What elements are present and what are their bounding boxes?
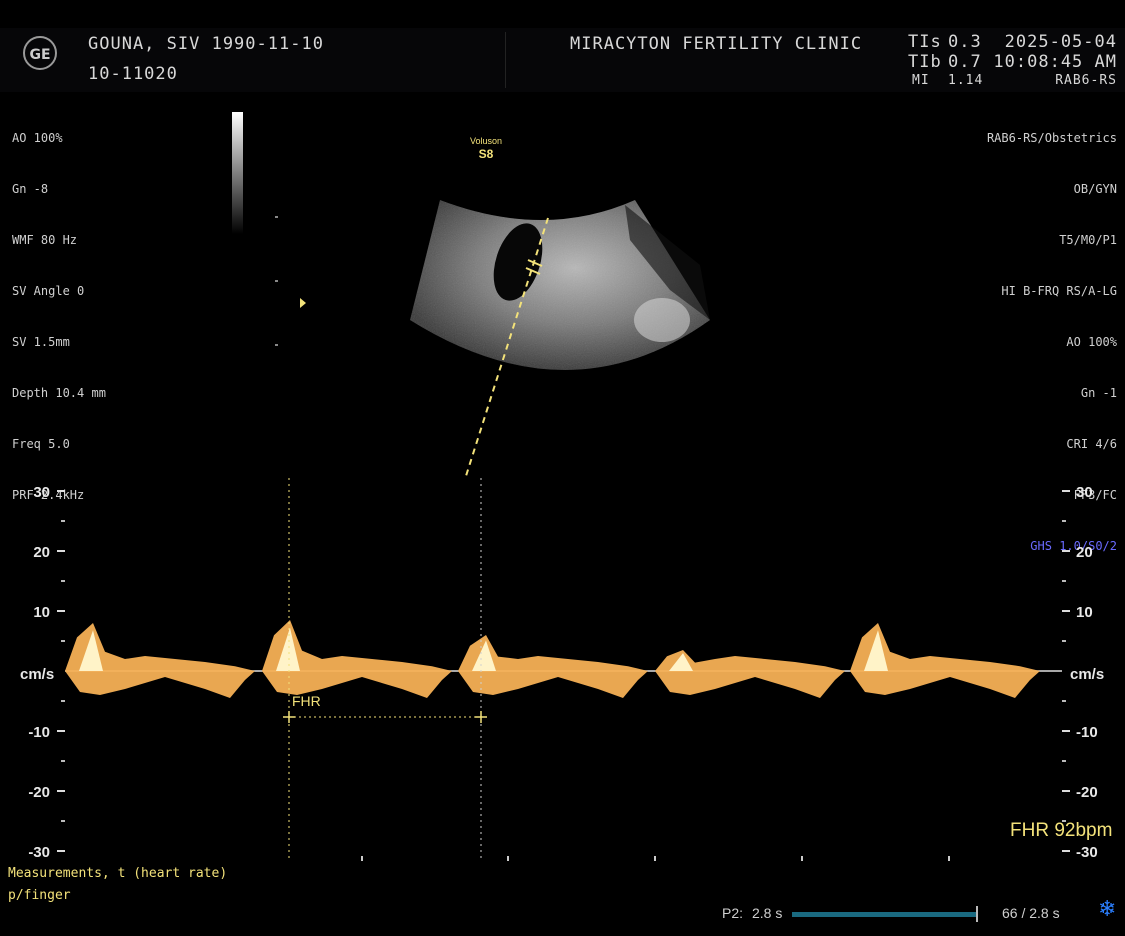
tick-label: 20 — [1076, 544, 1093, 561]
spectrum-envelope — [65, 620, 1040, 698]
tick-label: -10 — [28, 724, 50, 741]
param-line: RAB6-RS/Obstetrics — [986, 131, 1117, 145]
tick-label: -20 — [28, 784, 50, 801]
sector-grain — [410, 200, 710, 370]
param-line: SV Angle 0 — [12, 284, 85, 298]
depth-marker — [275, 216, 278, 218]
uterine-wall — [634, 298, 690, 342]
frame-counter: 66 / 2.8 s — [1002, 905, 1060, 921]
ti1-value: 0.3 — [948, 32, 982, 52]
param-line: HI B-FRQ RS/A-LG — [1001, 284, 1117, 298]
tick-label: 10 — [1076, 604, 1093, 621]
ti2-value: 0.7 — [948, 52, 982, 72]
tick-label: 10 — [33, 604, 50, 621]
param-line: AO 100% — [1066, 335, 1117, 349]
ti1-label: TIs — [908, 32, 942, 52]
svg-text:GE: GE — [29, 47, 50, 63]
mi-label: MI — [912, 73, 930, 88]
mi-value: 1.14 — [948, 73, 984, 88]
tick-label: -30 — [1076, 844, 1098, 861]
tick-label: -20 — [1076, 784, 1098, 801]
brand-line2: S8 — [478, 147, 494, 161]
fhr-readout: FHR 92bpm — [1010, 820, 1113, 841]
probe-name: RAB6-RS — [1055, 73, 1117, 88]
focus-marker-icon[interactable] — [300, 298, 306, 308]
param-line: Depth 10.4 mm — [12, 386, 106, 400]
clinic-name: MIRACYTON FERTILITY CLINIC — [570, 34, 863, 54]
param-line: T5/M0/P1 — [1059, 233, 1117, 247]
grayscale-bar — [232, 112, 243, 234]
brand-line1: Voluson — [469, 136, 503, 146]
footer-note-2: p/finger — [8, 888, 71, 903]
footer-note-1: Measurements, t (heart rate) — [8, 866, 228, 881]
fhr-caliper-label: FHR — [292, 693, 321, 709]
exam-time: 10:08:45 AM — [993, 52, 1117, 72]
param-line: WMF 80 Hz — [12, 233, 78, 247]
p2-label: P2: — [722, 905, 744, 921]
logo-icon: GE — [12, 34, 68, 72]
tick-label: -10 — [1076, 724, 1098, 741]
tick-label: 30 — [1076, 484, 1093, 501]
param-line: CRI 4/6 — [1066, 437, 1117, 451]
ti2-label: TIb — [908, 52, 942, 72]
cine-end-marker — [976, 906, 978, 922]
tick-label: 30 — [33, 484, 50, 501]
param-line: Gn -1 — [1080, 386, 1117, 400]
patient-name: GOUNA, SIV 1990-11-10 — [88, 34, 324, 54]
tick-label: 20 — [33, 544, 50, 561]
snowflake-icon[interactable]: ❄ — [1098, 897, 1116, 922]
patient-id: 10-11020 — [88, 64, 178, 84]
param-line: SV 1.5mm — [12, 335, 70, 349]
param-line: AO 100% — [12, 131, 63, 145]
ultrasound-image[interactable] — [400, 180, 740, 490]
cine-progress-bar[interactable] — [792, 912, 978, 917]
cine-progress-fill — [792, 912, 978, 917]
tick-label: -30 — [28, 844, 50, 861]
param-line: Freq 5.0 — [12, 437, 70, 451]
param-line: OB/GYN — [1073, 182, 1117, 196]
unit-label-left: cm/s — [20, 666, 55, 683]
p2-value: 2.8 s — [752, 905, 783, 921]
doppler-spectrum[interactable]: 30 30 20 20 10 10 -10 -10 -20 -20 -30 -30 — [0, 470, 1125, 865]
header-divider — [505, 32, 506, 88]
unit-label-right: cm/s — [1070, 666, 1105, 683]
depth-marker — [275, 344, 278, 346]
depth-marker — [275, 280, 278, 282]
params-left: AO 100% Gn -8 WMF 80 Hz SV Angle 0 SV 1.… — [12, 96, 106, 521]
param-line: Gn -8 — [12, 182, 49, 196]
exam-date: 2025-05-04 — [1004, 32, 1117, 52]
